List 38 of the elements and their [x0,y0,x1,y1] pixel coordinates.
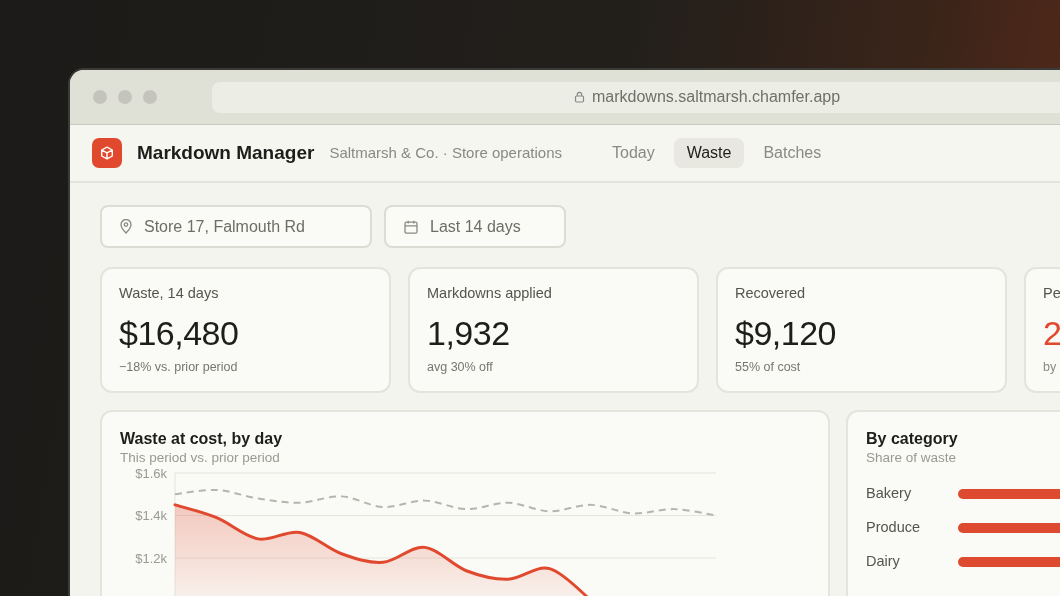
kpi-label: Waste, 14 days [119,284,220,302]
nav-tab[interactable]: Today [599,138,668,168]
url-text: markdowns.saltmarsh.chamfer.app [592,87,841,107]
kpi-label: Pe [1043,284,1060,302]
axis-label: $1.2k [135,550,167,566]
kpi-note: avg 30% off [427,359,494,375]
chart-title: Waste at cost, by day [120,429,284,449]
app-title: Markdown Manager [137,140,315,165]
axis-label: $1.6k [135,465,167,481]
card-subtitle: Share of waste [866,449,958,467]
kpi-note: −18% vs. prior period [119,359,239,375]
window-control[interactable] [118,90,132,104]
kpi-value: 2 [1043,313,1060,354]
category-label: Bakery [866,483,913,503]
kpi-label: Recovered [735,284,807,302]
axis-label: $1.4k [135,508,167,523]
category-label: Dairy [866,551,901,571]
date-range-field[interactable]: Last 14 days [384,205,566,248]
kpi-note: 55% of cost [735,359,802,375]
kpi-note: by [1043,359,1058,375]
kpi-value: 1,932 [427,313,511,354]
kpi-value: $9,120 [735,313,837,354]
window-control[interactable] [93,90,107,104]
nav-tab[interactable]: Batches [750,138,835,168]
cube-icon [100,146,114,160]
pin-icon [120,219,132,234]
category-label: Produce [866,517,921,537]
window-control[interactable] [143,90,157,104]
nav-tab[interactable]: Waste [673,138,745,168]
lock-icon [574,91,585,103]
address-bar[interactable]: markdowns.saltmarsh.chamfer.app [212,81,1060,113]
kpi-label: Markdowns applied [427,284,553,302]
chart-subtitle: This period vs. prior period [120,449,281,467]
card-title: By category [866,429,959,449]
app-subtitle: Saltmarsh & Co. · Store operations [329,142,562,163]
calendar-icon [404,219,418,234]
kpi-value: $16,480 [119,313,240,354]
store-field[interactable]: Store 17, Falmouth Rd [100,205,372,248]
